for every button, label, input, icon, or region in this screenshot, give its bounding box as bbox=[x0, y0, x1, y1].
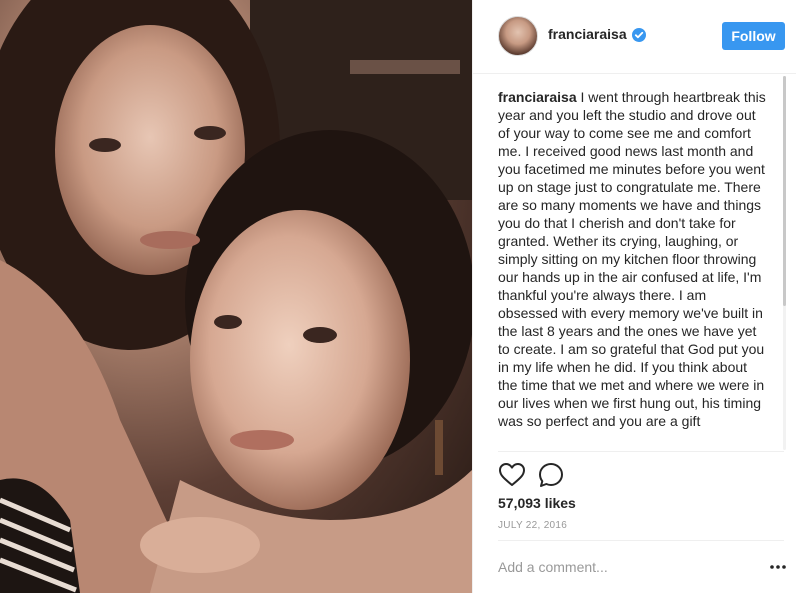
post-photo bbox=[0, 0, 472, 593]
caption: franciaraisa I went through heartbreak t… bbox=[498, 88, 766, 448]
divider bbox=[498, 451, 784, 452]
divider bbox=[498, 540, 784, 541]
caption-username[interactable]: franciaraisa bbox=[498, 89, 581, 105]
post-header: franciaraisa Follow bbox=[473, 0, 796, 74]
verified-badge-icon bbox=[632, 28, 646, 42]
post-details-panel: franciaraisa Follow franciaraisa I went … bbox=[472, 0, 796, 593]
comment-bubble-icon[interactable] bbox=[537, 461, 565, 489]
heart-icon[interactable] bbox=[498, 461, 526, 489]
comment-input[interactable] bbox=[498, 556, 748, 578]
follow-button[interactable]: Follow bbox=[722, 22, 785, 50]
username-link[interactable]: franciaraisa bbox=[548, 26, 627, 42]
post-date[interactable]: JULY 22, 2016 bbox=[498, 520, 567, 531]
caption-scrollbar[interactable] bbox=[783, 76, 786, 450]
more-options-icon[interactable] bbox=[769, 561, 787, 573]
likes-count[interactable]: 57,093 likes bbox=[498, 495, 576, 511]
caption-text: I went through heartbreak this year and … bbox=[498, 89, 766, 429]
avatar[interactable] bbox=[498, 16, 538, 56]
action-bar bbox=[498, 461, 598, 489]
